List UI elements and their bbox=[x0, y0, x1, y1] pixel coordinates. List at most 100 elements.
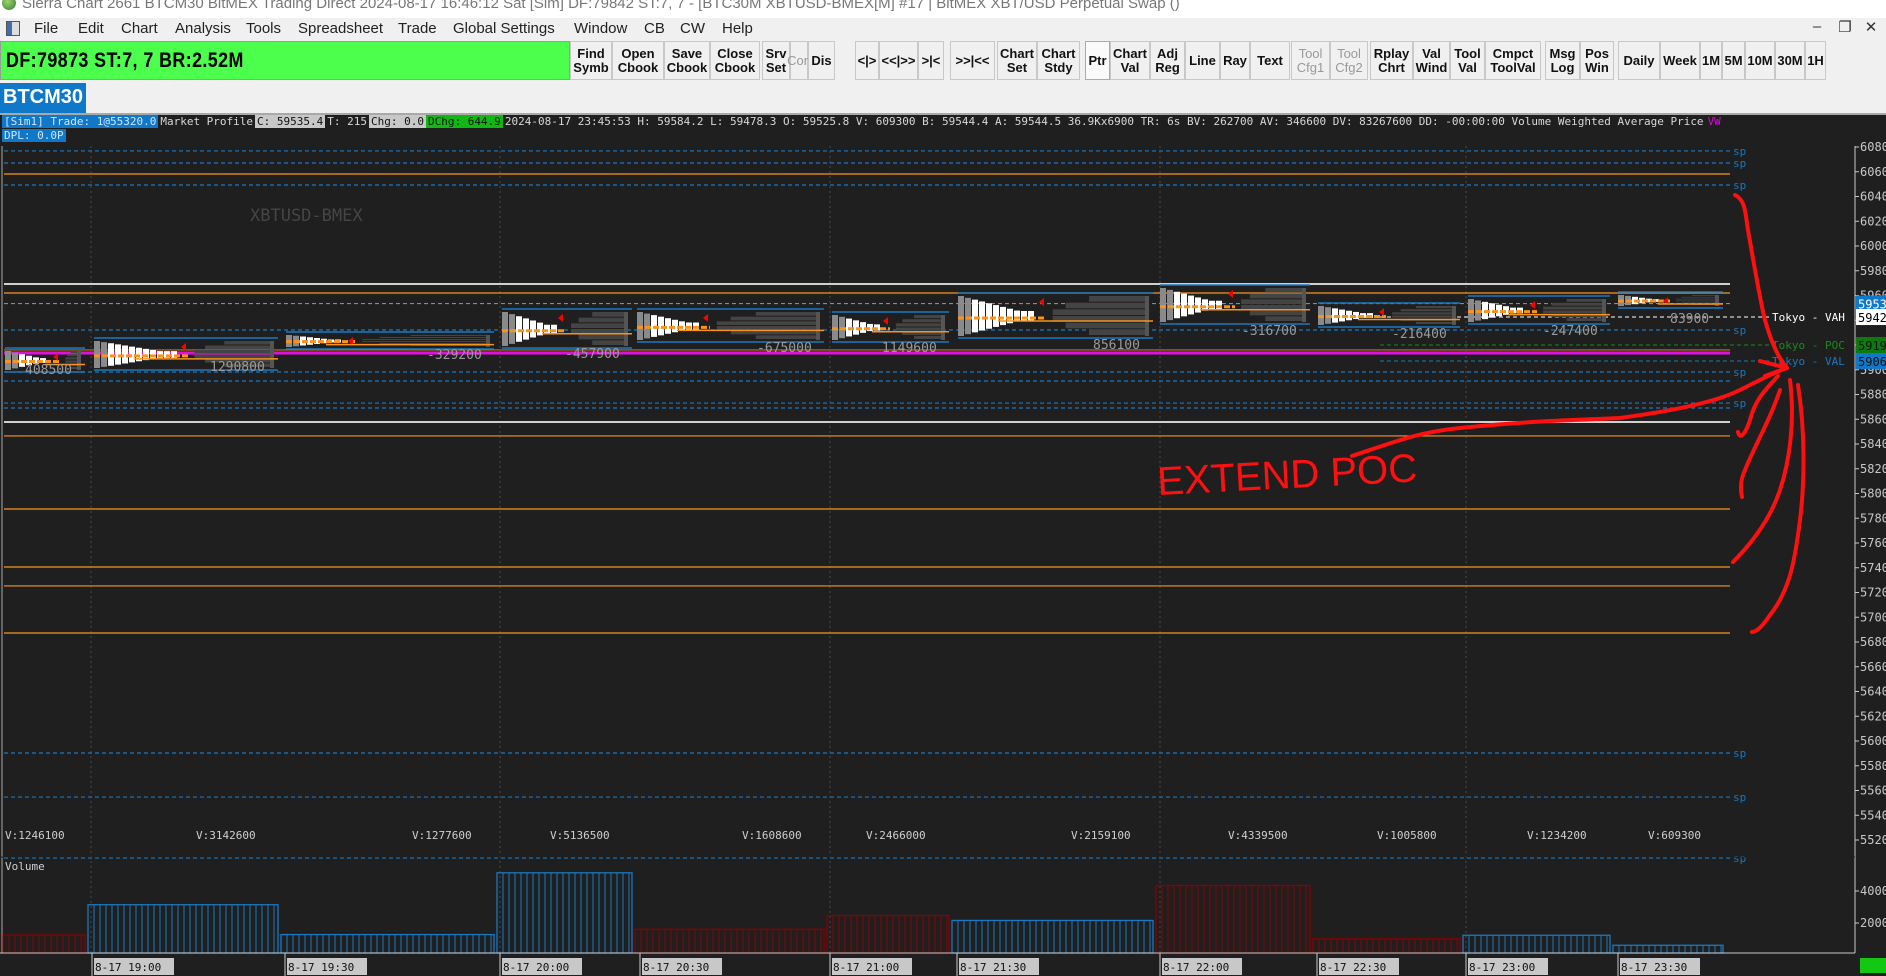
menu-bar: – ❐ ✕ File Edit Chart Analysis Tools Spreadsh… bbox=[0, 18, 1886, 40]
menu-tools[interactable]: Tools bbox=[246, 20, 281, 37]
tpo-column bbox=[1014, 310, 1020, 322]
toolbar-button-[interactable]: <|> bbox=[855, 41, 879, 80]
volume-profile-bar bbox=[1415, 321, 1454, 324]
volume-profile-bar bbox=[1681, 296, 1717, 298]
tab-btcm30[interactable]: BTCM30 bbox=[0, 83, 86, 113]
toolbar-button-daily[interactable]: Daily bbox=[1618, 41, 1660, 80]
annotation-stroke bbox=[1738, 388, 1782, 499]
tpo-column bbox=[1188, 295, 1194, 315]
volume-profile-bar bbox=[410, 335, 488, 336]
status-text: DF:79873 ST:7, 7 BR:2.52M bbox=[6, 49, 244, 72]
volume-profile-bar bbox=[1675, 298, 1717, 300]
toolbar-button-con[interactable]: Con bbox=[787, 41, 811, 80]
toolbar-button-[interactable]: <<|>> bbox=[879, 41, 918, 80]
toolbar-button-chart-set[interactable]: Chart Set bbox=[997, 41, 1037, 80]
volume-bar bbox=[1312, 938, 1461, 954]
menu-analysis[interactable]: Analysis bbox=[175, 20, 231, 37]
close-icon[interactable]: ✕ bbox=[1860, 18, 1882, 36]
menu-cw[interactable]: CW bbox=[680, 20, 705, 37]
volume-profile-bar bbox=[1543, 310, 1604, 314]
chart-document-icon[interactable] bbox=[6, 21, 20, 36]
restore-icon[interactable]: ❐ bbox=[1834, 18, 1856, 36]
volume-profile-bar bbox=[716, 326, 818, 330]
tpo-profiles bbox=[5, 284, 1723, 373]
toolbar-button-tool-cfg1[interactable]: Tool Cfg1 bbox=[1291, 41, 1330, 80]
delta-label: 1290800 bbox=[210, 360, 265, 375]
volume-profile-bar bbox=[205, 345, 272, 349]
menu-cb[interactable]: CB bbox=[644, 20, 665, 37]
toolbar-button-adj-reg[interactable]: Adj Reg bbox=[1150, 41, 1185, 80]
menu-spreadsheet[interactable]: Spreadsheet bbox=[298, 20, 383, 37]
annotation-text: EXTEND POC bbox=[1156, 446, 1418, 504]
toolbar-button-1h[interactable]: 1H bbox=[1805, 41, 1826, 80]
sp-tag: sp bbox=[1733, 366, 1746, 379]
menu-trade[interactable]: Trade bbox=[398, 20, 437, 37]
period-volume-label: V:1246100 bbox=[5, 829, 65, 842]
time-axis[interactable]: 8-17 19:00 8-17 19:30 8-17 20:00 8-17 20:30… bbox=[91, 953, 1886, 976]
toolbar-button-week[interactable]: Week bbox=[1660, 41, 1700, 80]
minimize-icon[interactable]: – bbox=[1806, 18, 1828, 35]
toolbar-button-close-cbook[interactable]: Close Cbook bbox=[710, 41, 760, 80]
open-marker bbox=[348, 337, 353, 345]
toolbar-button-cmpct-toolval[interactable]: Cmpct ToolVal bbox=[1485, 41, 1541, 80]
delta-label: -316700 bbox=[1242, 324, 1297, 339]
tpo-column bbox=[993, 305, 999, 327]
price-tick-label: 56200 bbox=[1860, 709, 1886, 723]
volume-profile-bar bbox=[1249, 310, 1304, 316]
price-tick-label: 56600 bbox=[1860, 660, 1886, 674]
toolbar-button-text[interactable]: Text bbox=[1250, 41, 1290, 80]
menu-file[interactable]: File bbox=[34, 20, 58, 37]
sp-tag: sp bbox=[1733, 157, 1746, 170]
connection-status-indicator bbox=[1860, 958, 1886, 973]
volume-profile-bar bbox=[1065, 302, 1147, 309]
toolbar-button-save-cbook[interactable]: Save Cbook bbox=[664, 41, 710, 80]
volume-profile-bar bbox=[1551, 302, 1604, 306]
toolbar-button-5m[interactable]: 5M bbox=[1722, 41, 1745, 80]
open-marker bbox=[1228, 290, 1233, 298]
volume-profile-bar bbox=[1392, 312, 1454, 315]
volume-profile-bar bbox=[716, 321, 818, 325]
tpo-column bbox=[523, 318, 529, 340]
toolbar-button-30m[interactable]: 30M bbox=[1775, 41, 1805, 80]
toolbar-button-ray[interactable]: Ray bbox=[1220, 41, 1250, 80]
price-axis[interactable]: 6080060600604006020060000598005960059400… bbox=[1854, 140, 1886, 953]
toolbar-button-line[interactable]: Line bbox=[1185, 41, 1220, 80]
toolbar-button-[interactable]: >>|<< bbox=[950, 41, 995, 80]
toolbar-button-chart-val[interactable]: Chart Val bbox=[1110, 41, 1150, 80]
toolbar-button-find-symb[interactable]: Find Symb bbox=[570, 41, 612, 80]
toolbar-button-val-wind[interactable]: Val Wind bbox=[1413, 41, 1450, 80]
volume-profile-bar bbox=[194, 350, 272, 354]
volume-profile-bar bbox=[1089, 329, 1147, 335]
market-profile-chart[interactable]: spspspspspspspspsp Tokyo - VAHTokyo - PO… bbox=[0, 0, 1886, 976]
toolbar-button-rplay-chrt[interactable]: Rplay Chrt bbox=[1370, 41, 1413, 80]
toolbar-button-10m[interactable]: 10M bbox=[1745, 41, 1775, 80]
price-tick-label: 59800 bbox=[1860, 264, 1886, 278]
menu-edit[interactable]: Edit bbox=[78, 20, 104, 37]
time-label: 8-17 21:00 bbox=[833, 961, 899, 974]
menu-window[interactable]: Window bbox=[574, 20, 627, 37]
toolbar-button-dis[interactable]: Dis bbox=[808, 41, 835, 80]
toolbar-button-msg-log[interactable]: Msg Log bbox=[1545, 41, 1580, 80]
period-volume-label: V:1277600 bbox=[412, 829, 472, 842]
delta-label: -457900 bbox=[565, 347, 620, 362]
dpl-value: DPL: 0.0P bbox=[2, 129, 66, 142]
open-marker bbox=[1530, 301, 1535, 309]
volume-profile-bar bbox=[895, 323, 943, 327]
toolbar-button-chart-stdy[interactable]: Chart Stdy bbox=[1037, 41, 1080, 80]
delta-label: 408500 bbox=[25, 363, 72, 378]
toolbar-button-tool-val[interactable]: Tool Val bbox=[1450, 41, 1485, 80]
menu-help[interactable]: Help bbox=[722, 20, 753, 37]
menu-chart[interactable]: Chart bbox=[121, 20, 158, 37]
delta-label: -216400 bbox=[1392, 327, 1447, 342]
price-tick-label: 60200 bbox=[1860, 214, 1886, 228]
volume-profile-bar bbox=[755, 312, 818, 316]
tpo-column bbox=[965, 297, 971, 335]
toolbar-button-open-cbook[interactable]: Open Cbook bbox=[612, 41, 664, 80]
menu-global-settings[interactable]: Global Settings bbox=[453, 20, 555, 37]
toolbar-button-[interactable]: >|< bbox=[918, 41, 944, 80]
toolbar-button-1m[interactable]: 1M bbox=[1700, 41, 1722, 80]
toolbar-button-srv-set[interactable]: Srv Set bbox=[762, 41, 790, 80]
toolbar-button-ptr[interactable]: Ptr bbox=[1085, 41, 1110, 80]
toolbar-button-tool-cfg2[interactable]: Tool Cfg2 bbox=[1330, 41, 1368, 80]
toolbar-button-pos-win[interactable]: Pos Win bbox=[1580, 41, 1614, 80]
